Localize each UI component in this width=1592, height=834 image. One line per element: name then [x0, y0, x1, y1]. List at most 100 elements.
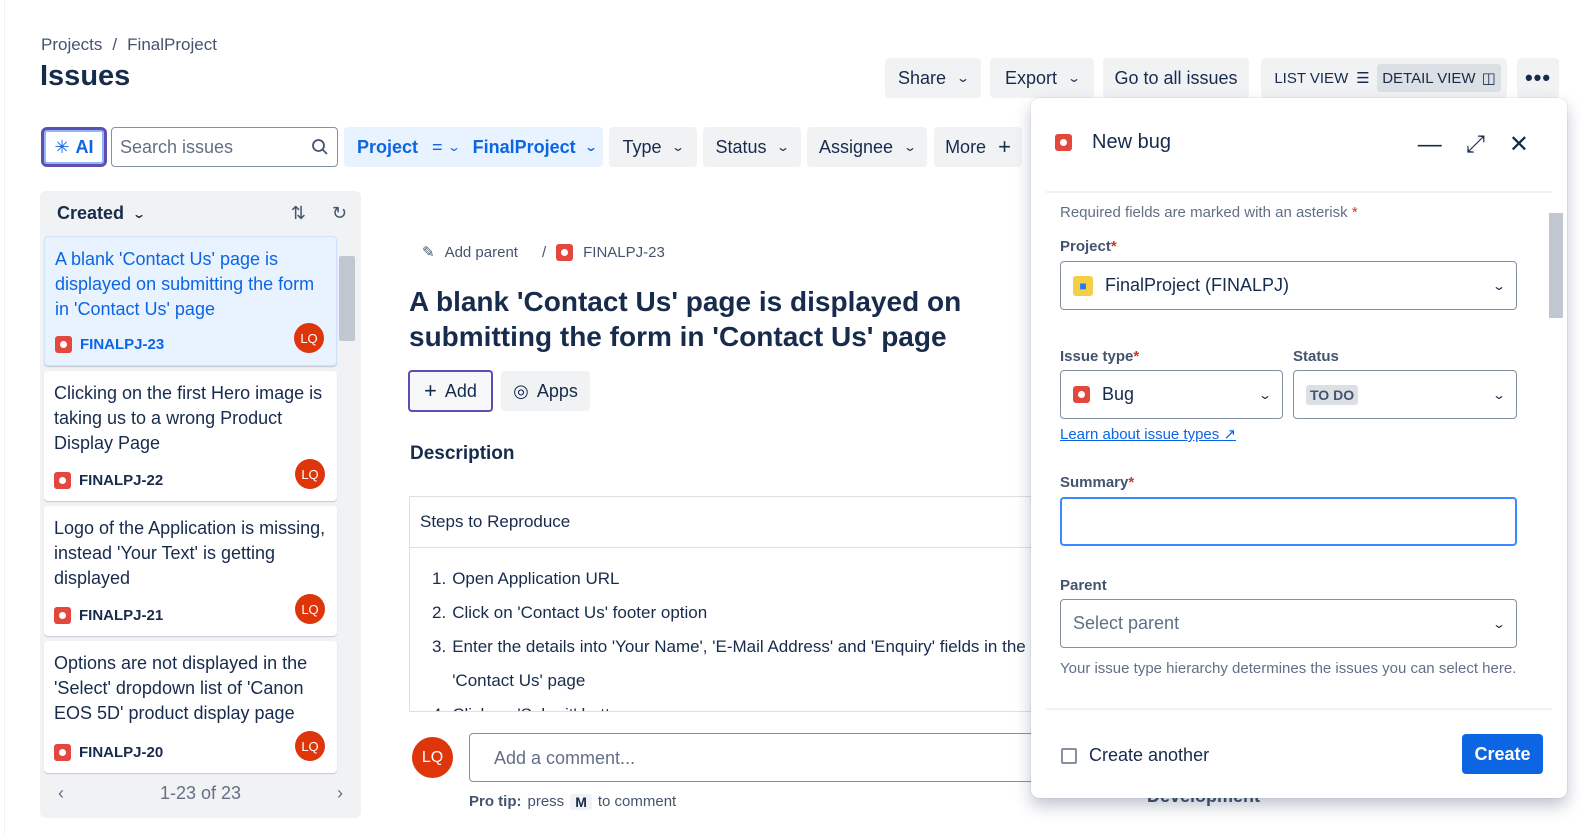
sort-label: Created [57, 203, 125, 223]
list-tools: ⇅ ↻ [291, 203, 347, 224]
issue-type-value: Bug [1102, 384, 1135, 404]
plus-icon: + [998, 134, 1011, 159]
list-item[interactable]: A blank 'Contact Us' page is displayed o… [44, 236, 337, 366]
list-item[interactable]: Clicking on the first Hero image is taki… [44, 371, 337, 501]
checkbox-icon[interactable] [1061, 747, 1077, 764]
avatar[interactable]: LQ [295, 731, 325, 761]
more-filters-button[interactable]: More + [934, 127, 1022, 167]
create-another-label: Create another [1089, 745, 1210, 765]
dialog-scrollbar[interactable] [1549, 213, 1563, 318]
list-item: 2. Click on 'Contact Us' footer option [432, 596, 1048, 630]
step-text: Click on 'Contact Us' footer option [452, 603, 708, 622]
avatar[interactable]: LQ [295, 459, 325, 489]
status-lozenge: TO DO [1306, 384, 1359, 405]
chevron-down-icon: ⌄ [446, 140, 461, 154]
list-item-key: FINALPJ-23 [55, 336, 164, 353]
export-button[interactable]: Export ⌄ [990, 58, 1094, 98]
required-note-text: Required fields are marked with an aster… [1060, 204, 1348, 221]
list-view-button[interactable]: LIST VIEW ☰ [1267, 64, 1377, 92]
step-text: Click on 'Submit' button [452, 698, 629, 711]
next-page-icon[interactable]: › [337, 783, 343, 804]
minimize-icon[interactable]: — [1418, 131, 1442, 159]
project-avatar-icon: ■ [1073, 275, 1093, 296]
more-filters-label: More [945, 136, 987, 157]
issue-key-link[interactable]: FINALPJ-23 [583, 244, 665, 261]
operator-select[interactable]: = ⌄ [428, 137, 463, 158]
bug-icon [556, 243, 574, 261]
issue-title[interactable]: A blank 'Contact Us' page is displayed o… [409, 284, 1009, 354]
parent-select[interactable]: Select parent ⌄ [1060, 599, 1517, 648]
chevron-down-icon: ⌄ [902, 140, 918, 154]
add-parent-link[interactable]: Add parent [445, 244, 518, 261]
description-field[interactable]: Steps to Reproduce 1. Open Application UR… [409, 496, 1049, 712]
type-filter-button[interactable]: Type ⌄ [609, 127, 697, 167]
list-item[interactable]: Logo of the Application is missing, inst… [44, 506, 337, 636]
assignee-filter-button[interactable]: Assignee ⌄ [807, 127, 927, 167]
dialog-title: New bug [1092, 131, 1171, 153]
pro-tip-text: press [527, 793, 565, 810]
list-item[interactable]: Options are not displayed in the 'Select… [44, 641, 337, 773]
dialog-header: New bug [1055, 131, 1171, 154]
issue-type-select[interactable]: Bug ⌄ [1060, 370, 1283, 419]
steps-header: Steps to Reproduce [410, 497, 1048, 548]
learn-issue-types-link[interactable]: Learn about issue types ↗ [1060, 425, 1236, 443]
assignee-filter-label: Assignee [818, 136, 893, 157]
comment-input[interactable]: Add a comment... [469, 733, 1049, 782]
summary-label-text: Summary [1060, 474, 1129, 491]
search-input[interactable]: Search issues [111, 127, 338, 167]
breadcrumb: Projects / FinalProject [41, 35, 217, 55]
breadcrumb-projects-link[interactable]: Projects [41, 35, 102, 55]
status-select[interactable]: TO DO ⌄ [1293, 370, 1517, 419]
create-another-checkbox[interactable]: Create another [1061, 745, 1209, 766]
apps-button[interactable]: ◎ Apps [501, 371, 590, 411]
ai-label: AI [75, 136, 94, 157]
sort-dropdown[interactable]: Created ⌄ [57, 203, 147, 224]
detail-view-button[interactable]: DETAIL VIEW ◫ [1377, 64, 1501, 92]
sort-order-icon[interactable]: ⇅ [291, 203, 306, 224]
summary-input[interactable] [1060, 497, 1517, 546]
asterisk: * [1133, 348, 1140, 365]
bug-icon [1055, 134, 1072, 151]
more-actions-button[interactable]: ••• [1517, 58, 1559, 98]
avatar[interactable]: LQ [294, 323, 324, 353]
status-filter-button[interactable]: Status ⌄ [703, 127, 801, 167]
project-filter[interactable]: Project = ⌄ FinalProject ⌄ [344, 127, 603, 167]
required-note: Required fields are marked with an aster… [1060, 204, 1358, 221]
project-select[interactable]: ■ FinalProject (FINALPJ) ⌄ [1060, 261, 1517, 310]
create-button[interactable]: Create [1462, 734, 1543, 774]
asterisk: * [1128, 474, 1135, 491]
list-item: 1. Open Application URL [432, 562, 1048, 596]
go-all-label: Go to all issues [1114, 67, 1238, 88]
prev-page-icon[interactable]: ‹ [58, 783, 64, 804]
close-icon[interactable]: ✕ [1509, 130, 1529, 159]
chevron-down-icon: ⌄ [1491, 616, 1507, 631]
share-label: Share [897, 67, 946, 88]
pro-tip: Pro tip: press M to comment [469, 793, 676, 810]
project-label: Project* [1060, 238, 1117, 255]
expand-icon[interactable]: ⤢ [1466, 131, 1485, 159]
search-placeholder: Search issues [120, 136, 234, 157]
list-scrollbar[interactable] [339, 256, 355, 341]
avatar[interactable]: LQ [295, 594, 325, 624]
asterisk: * [1351, 204, 1358, 221]
go-to-all-issues-button[interactable]: Go to all issues [1103, 58, 1249, 98]
chevron-down-icon: ⌄ [1257, 387, 1273, 402]
add-button[interactable]: + Add [408, 370, 493, 412]
parent-help-text: Your issue type hierarchy determines the… [1060, 660, 1517, 677]
apps-icon: ◎ [513, 380, 529, 401]
ai-search-button[interactable]: ✳ AI [41, 127, 107, 167]
chevron-down-icon: ⌄ [132, 206, 147, 221]
issue-key: FINALPJ-23 [80, 336, 165, 353]
chevron-down-icon: ⌄ [955, 71, 971, 85]
list-item-key: FINALPJ-20 [54, 744, 163, 761]
issue-type-label: Issue type* [1060, 348, 1139, 365]
issue-list-panel: Created ⌄ ⇅ ↻ A blank 'Contact Us' page … [40, 191, 361, 818]
issue-key: FINALPJ-22 [79, 472, 164, 489]
share-button[interactable]: Share ⌄ [885, 58, 981, 98]
chevron-down-icon: ⌄ [583, 140, 598, 154]
list-item-key: FINALPJ-22 [54, 472, 163, 489]
parent-placeholder: Select parent [1073, 613, 1180, 633]
operator-value: = [432, 136, 443, 157]
breadcrumb-project-link[interactable]: FinalProject [127, 35, 217, 55]
refresh-icon[interactable]: ↻ [332, 203, 347, 224]
